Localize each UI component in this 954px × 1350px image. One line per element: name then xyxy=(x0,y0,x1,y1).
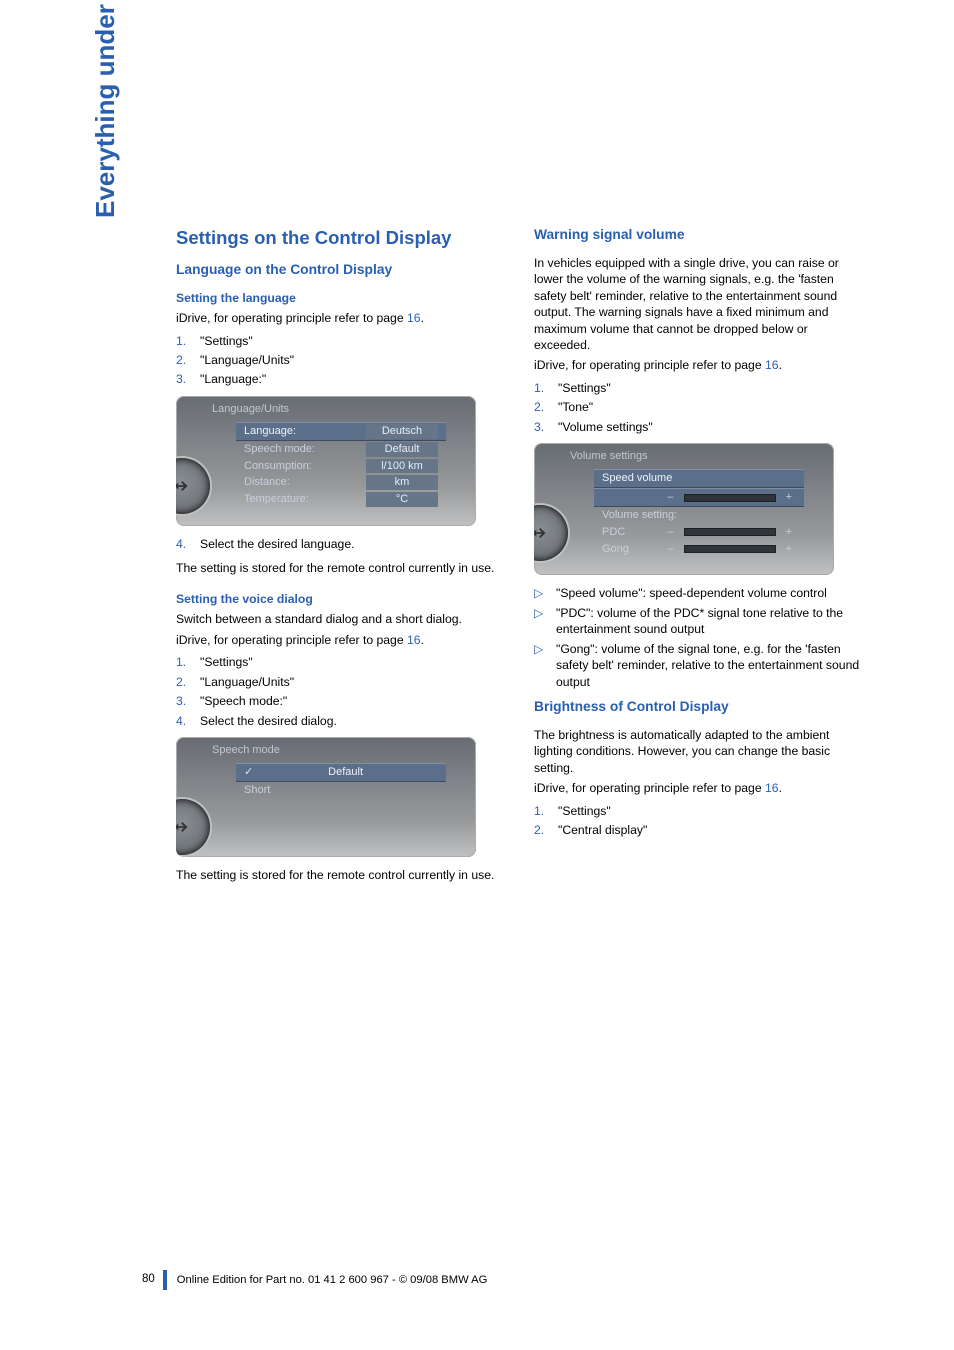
row-label: Consumption: xyxy=(244,459,312,474)
idrive-reference: iDrive, for operating principle refer to… xyxy=(534,357,864,373)
minus-icon: – xyxy=(663,525,677,540)
heading-setting-language: Setting the language xyxy=(176,290,506,306)
bullet: "Gong": volume of the signal tone, e.g. … xyxy=(534,641,864,690)
minus-icon: – xyxy=(663,490,677,505)
para-switch-dialog: Switch between a standard dialog and a s… xyxy=(176,611,506,627)
volume-bullets: "Speed volume": speed-dependent volume c… xyxy=(534,585,864,690)
idrive-ref-text: iDrive, for operating principle refer to… xyxy=(176,311,407,325)
idrive-row: Distance: km xyxy=(236,474,446,491)
page-ref-16[interactable]: 16 xyxy=(407,633,421,647)
idrive-row: Short xyxy=(236,782,446,799)
step: "Language/Units" xyxy=(176,674,506,690)
bullet: "PDC": volume of the PDC* signal tone re… xyxy=(534,605,864,638)
step: "Settings" xyxy=(176,654,506,670)
page-ref-16[interactable]: 16 xyxy=(765,358,779,372)
idrive-reference: iDrive, for operating principle refer to… xyxy=(534,780,864,796)
row-label: Language: xyxy=(244,424,296,439)
step: "Settings" xyxy=(176,333,506,349)
page-footer: 80 Online Edition for Part no. 01 41 2 6… xyxy=(0,1270,954,1290)
plus-icon: + xyxy=(782,542,796,557)
idrive-breadcrumb: Language/Units xyxy=(212,402,289,417)
step: "Volume settings" xyxy=(534,419,864,435)
para-warning-volume: In vehicles equipped with a single drive… xyxy=(534,255,864,354)
row-value: Default xyxy=(366,442,438,457)
page-number: 80 xyxy=(140,1270,167,1290)
row-label: PDC xyxy=(602,525,625,540)
idrive-ref-text: iDrive, for operating principle refer to… xyxy=(176,633,407,647)
idrive-row-language: Language: Deutsch xyxy=(236,422,446,441)
idrive-knob-icon xyxy=(176,799,210,855)
step: Select the desired dialog. xyxy=(176,713,506,729)
left-column: Settings on the Control Display Language… xyxy=(176,226,506,884)
heading-warning-signal-volume: Warning signal volume xyxy=(534,226,864,245)
idrive-row-default: Default xyxy=(236,763,446,782)
step: "Language/Units" xyxy=(176,352,506,368)
plus-icon: + xyxy=(782,525,796,540)
row-label: Default xyxy=(328,765,363,780)
period: . xyxy=(421,633,424,647)
heading-brightness: Brightness of Control Display xyxy=(534,698,864,717)
idrive-screenshot-volume-settings: Volume settings Speed volume –+ Volume s… xyxy=(534,443,834,575)
idrive-knob-icon xyxy=(534,505,568,561)
idrive-row-speed-volume: Speed volume xyxy=(594,469,804,488)
row-label: Gong xyxy=(602,542,629,557)
step: "Central display" xyxy=(534,822,864,838)
row-label: Speed volume xyxy=(602,471,672,486)
idrive-screenshot-speech-mode: Speech mode Default Short xyxy=(176,737,476,857)
minus-icon: – xyxy=(663,542,677,557)
right-column: Warning signal volume In vehicles equipp… xyxy=(534,226,864,884)
para-brightness: The brightness is automatically adapted … xyxy=(534,727,864,776)
row-value: Deutsch xyxy=(366,424,438,439)
steps-volume: "Settings" "Tone" "Volume settings" xyxy=(534,380,864,435)
page-ref-16[interactable]: 16 xyxy=(765,781,779,795)
idrive-row: Temperature: °C xyxy=(236,491,446,508)
stored-note: The setting is stored for the remote con… xyxy=(176,560,506,576)
idrive-slider-row: –+ xyxy=(594,488,804,507)
idrive-knob-icon xyxy=(176,458,210,514)
plus-icon: + xyxy=(782,490,796,505)
period: . xyxy=(779,358,782,372)
heading-setting-voice-dialog: Setting the voice dialog xyxy=(176,591,506,607)
row-label: Temperature: xyxy=(244,492,309,507)
stored-note: The setting is stored for the remote con… xyxy=(176,867,506,883)
step: "Speech mode:" xyxy=(176,693,506,709)
idrive-breadcrumb: Speech mode xyxy=(212,743,280,758)
period: . xyxy=(421,311,424,325)
idrive-breadcrumb: Volume settings xyxy=(570,449,648,464)
steps-brightness: "Settings" "Central display" xyxy=(534,803,864,839)
idrive-row-pdc: PDC – + xyxy=(594,524,804,541)
step: "Settings" xyxy=(534,380,864,396)
idrive-row-volume-setting: Volume setting: xyxy=(594,507,804,524)
step: "Settings" xyxy=(534,803,864,819)
row-value: km xyxy=(366,475,438,490)
idrive-row-gong: Gong – + xyxy=(594,541,804,558)
steps-voice-dialog: "Settings" "Language/Units" "Speech mode… xyxy=(176,654,506,729)
row-label: Short xyxy=(244,783,270,798)
heading-language-on-display: Language on the Control Display xyxy=(176,261,506,280)
idrive-row: Consumption: l/100 km xyxy=(236,458,446,475)
idrive-screenshot-language: Language/Units Language: Deutsch Speech m… xyxy=(176,396,476,526)
idrive-reference: iDrive, for operating principle refer to… xyxy=(176,632,506,648)
idrive-reference: iDrive, for operating principle refer to… xyxy=(176,310,506,326)
footer-text: Online Edition for Part no. 01 41 2 600 … xyxy=(177,1273,487,1288)
bullet: "Speed volume": speed-dependent volume c… xyxy=(534,585,864,601)
row-value: l/100 km xyxy=(366,459,438,474)
step: "Language:" xyxy=(176,371,506,387)
steps-language: "Settings" "Language/Units" "Language:" xyxy=(176,333,506,388)
step: Select the desired language. xyxy=(176,536,506,552)
row-value: °C xyxy=(366,492,438,507)
idrive-row: Speech mode: Default xyxy=(236,441,446,458)
section-title: Settings on the Control Display xyxy=(176,226,506,251)
row-label: Volume setting: xyxy=(602,508,677,523)
row-label: Speech mode: xyxy=(244,442,315,457)
steps-language-cont: Select the desired language. xyxy=(176,536,506,552)
idrive-ref-text: iDrive, for operating principle refer to… xyxy=(534,358,765,372)
idrive-ref-text: iDrive, for operating principle refer to… xyxy=(534,781,765,795)
side-tab: Everything under control xyxy=(88,0,123,218)
period: . xyxy=(779,781,782,795)
step: "Tone" xyxy=(534,399,864,415)
page-ref-16[interactable]: 16 xyxy=(407,311,421,325)
row-label: Distance: xyxy=(244,475,290,490)
